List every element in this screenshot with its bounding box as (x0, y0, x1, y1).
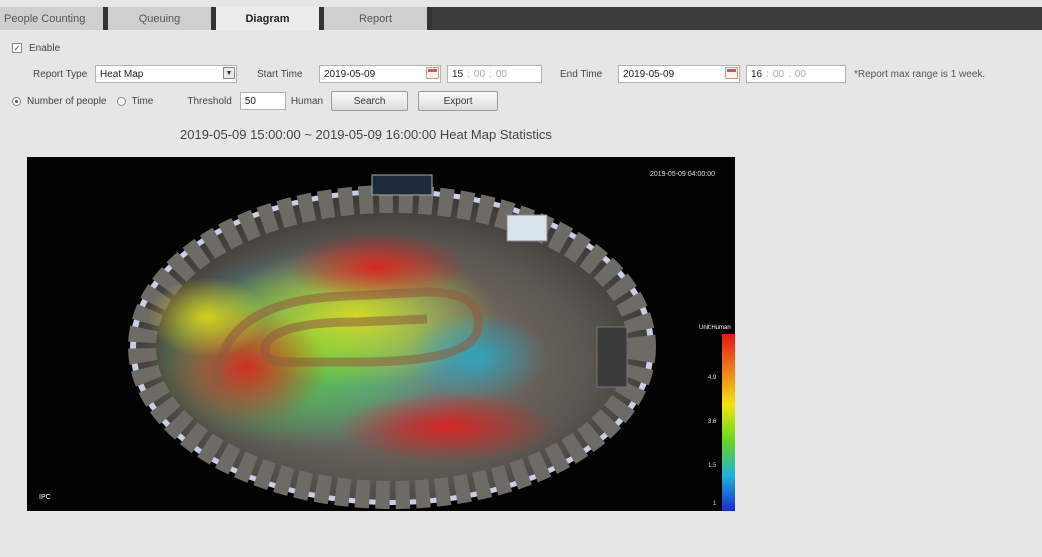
end-hour[interactable]: 16 (751, 69, 762, 80)
report-type-value: Heat Map (95, 65, 237, 83)
heatmap-image: 2019-05-09 04:00:00 IPC Unit:Human 4.9 3… (27, 157, 735, 511)
camera-timestamp: 2019-05-09 04:00:00 (650, 171, 715, 178)
start-date-value: 2019-05-09 (319, 65, 441, 83)
camera-label: IPC (39, 494, 51, 501)
screen-panel (371, 174, 433, 196)
legend-tick: 3.6 (708, 419, 717, 425)
start-time-field[interactable]: 15 : 00 : 00 (447, 65, 542, 83)
tab-people-counting[interactable]: People Counting (0, 7, 108, 30)
tab-diagram[interactable]: Diagram (216, 7, 324, 30)
end-date-field[interactable]: 2019-05-09 (618, 65, 740, 83)
number-of-people-radio[interactable] (12, 96, 21, 106)
search-button[interactable]: Search (331, 91, 409, 111)
enable-label: Enable (29, 42, 61, 54)
start-minute[interactable]: 00 (474, 69, 485, 80)
start-calendar-icon[interactable] (426, 67, 439, 79)
heat-legend-bar (722, 334, 735, 511)
end-second[interactable]: 00 (795, 69, 806, 80)
time-separator: : (788, 68, 791, 80)
time-label: Time (131, 95, 154, 107)
tab-report[interactable]: Report (324, 7, 432, 30)
tab-bar-fill (432, 7, 1042, 30)
report-type-select[interactable]: Heat Map ▼ (95, 65, 237, 83)
end-calendar-icon[interactable] (725, 67, 738, 79)
end-minute[interactable]: 00 (773, 69, 784, 80)
legend-unit: Unit:Human (699, 325, 731, 331)
start-second[interactable]: 00 (496, 69, 507, 80)
export-button[interactable]: Export (418, 91, 499, 111)
time-separator: : (489, 68, 492, 80)
heat-zone-red (337, 392, 557, 462)
side-counter (596, 326, 628, 388)
tab-bar: People Counting Queuing Diagram Report (0, 7, 1042, 30)
start-date-field[interactable]: 2019-05-09 (319, 65, 441, 83)
tab-queuing[interactable]: Queuing (108, 7, 216, 30)
legend-tick: 1 (713, 501, 717, 507)
start-time-label: Start Time (257, 68, 303, 80)
start-hour[interactable]: 15 (452, 69, 463, 80)
time-separator: : (467, 68, 470, 80)
legend-tick: 4.9 (708, 375, 717, 381)
end-time-label: End Time (560, 68, 603, 80)
mode-row: Number of people Time Threshold 50 Human… (12, 91, 499, 111)
heatmap-scene (128, 174, 656, 509)
report-type-label: Report Type (33, 68, 88, 80)
threshold-input[interactable]: 50 (239, 92, 286, 110)
end-date-value: 2019-05-09 (618, 65, 740, 83)
time-radio[interactable] (116, 96, 126, 106)
legend-tick: 1.5 (708, 463, 717, 469)
time-separator: : (766, 68, 769, 80)
threshold-unit: Human (290, 95, 324, 107)
number-of-people-label: Number of people (27, 95, 107, 107)
end-time-field[interactable]: 16 : 00 : 00 (746, 65, 846, 83)
enable-checkbox[interactable]: ✓ (12, 43, 22, 53)
heatmap-title: 2019-05-09 15:00:00 ~ 2019-05-09 16:00:0… (180, 127, 552, 142)
enable-row: ✓ Enable (12, 38, 60, 58)
threshold-label: Threshold (187, 95, 232, 107)
screen-panel (506, 214, 548, 242)
dropdown-arrow-icon[interactable]: ▼ (223, 67, 235, 79)
range-note: *Report max range is 1 week. (854, 68, 986, 80)
report-options-row: Report Type Heat Map ▼ Start Time 2019-0… (33, 64, 985, 84)
